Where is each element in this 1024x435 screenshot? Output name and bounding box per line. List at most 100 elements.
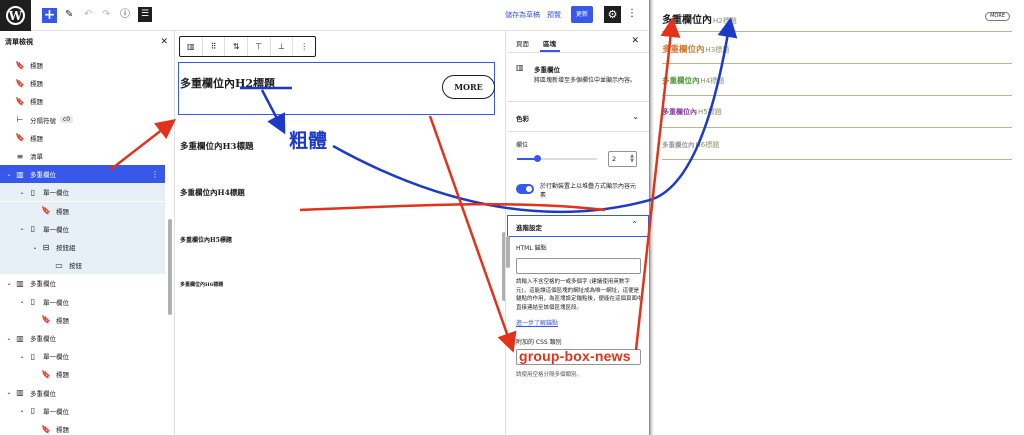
block-type-icon: 🔖 (41, 315, 51, 325)
list-view-toggle-button[interactable]: ☰ (138, 7, 152, 22)
preview-more-button[interactable]: MORE (985, 12, 1010, 21)
list-view-item[interactable]: ⌄ ▥ 多重欄位 ⋮ (0, 165, 165, 184)
block-options-icon[interactable]: ⋮ (293, 37, 315, 56)
heading-h5[interactable]: 多重欄位內H5標題 (180, 235, 232, 244)
list-view-item[interactable]: 🔖 標題 (0, 365, 165, 383)
save-draft-button[interactable]: 儲存為草稿 (505, 10, 540, 20)
preview-heading-row: 多重欄位內H4標題 (662, 64, 1012, 96)
list-view-item[interactable]: ⌄ ▯ 單一欄位 (0, 219, 165, 238)
list-view-item[interactable]: 🔖 標題 (0, 92, 165, 110)
vertical-align-icon[interactable]: ⊥ (271, 37, 294, 56)
heading-h3[interactable]: 多重欄位內H3標題 (180, 140, 253, 152)
chevron-down-icon[interactable]: ⌄ (632, 112, 639, 121)
list-view-item-label: 多重欄位 (30, 335, 56, 343)
list-view-item[interactable]: ⌄ ▯ 單一欄位 (0, 402, 165, 420)
list-view-item[interactable]: 🔖 標題 (0, 311, 165, 329)
list-view-close-icon[interactable]: ✕ (160, 37, 168, 47)
list-view-item[interactable]: ≡ 清單 (0, 147, 165, 165)
heading-h2[interactable]: 多重欄位內H2標題 (180, 75, 275, 91)
spinner-arrows-icon[interactable]: ▲ ▼ (630, 154, 634, 164)
editor-toolbar: W + ✎ ↶ ↷ ⓘ ☰ 儲存為草稿 預覽 更新 ⚙ ⋮ (0, 0, 647, 31)
preview-button[interactable]: 預覽 (547, 10, 561, 20)
block-type-icon: ▥ (16, 169, 24, 179)
stack-on-mobile-label: 於行動裝置上以堆疊方式顯示內容元素 (540, 183, 637, 199)
block-type-icon: ▥ (16, 278, 24, 288)
columns-slider[interactable] (517, 155, 597, 162)
preview-heading-sub: H6標題 (695, 141, 720, 149)
heading-h4[interactable]: 多重欄位內H4標題 (180, 187, 245, 198)
tab-block[interactable]: 區塊 (543, 38, 556, 48)
preview-heading-main: 多重欄位內 (662, 45, 705, 55)
chevron-down-icon[interactable]: ⌄ (17, 298, 27, 305)
chevron-down-icon[interactable]: ⌄ (17, 353, 27, 360)
columns-count-input[interactable]: 2 ▲ ▼ (608, 151, 637, 167)
list-view-item[interactable]: ⌄ ▯ 單一欄位 (0, 183, 165, 202)
list-view-panel: 清單檢視 ✕ 🔖 標題 🔖 標題 🔖 標題 ⊢ 分隔符號 c0 🔖 標題 ≡ 清單 ⌄ ▥ 多重欄位 ⋮ ⌄ ▯ 單一… (0, 31, 175, 435)
chevron-down-icon[interactable]: ⌄ (4, 171, 14, 178)
list-view-item[interactable]: 🔖 標題 (0, 56, 165, 74)
wordpress-logo-button[interactable]: W (0, 0, 31, 31)
chevron-down-icon[interactable]: ⌄ (30, 244, 40, 251)
sidebar-scrollbar[interactable] (506, 236, 510, 268)
move-up-down-icon[interactable]: ⇅ (225, 37, 249, 56)
html-anchor-input[interactable] (516, 258, 641, 274)
list-view-item[interactable]: ▭ 按鈕 (0, 256, 165, 275)
advanced-section-header[interactable]: 進階設定 ⌃ (507, 215, 649, 237)
list-view-item[interactable]: 🔖 標題 (0, 201, 165, 220)
list-view-scrollbar[interactable] (168, 219, 172, 315)
details-info-icon[interactable]: ⓘ (120, 9, 130, 21)
add-block-button[interactable]: + (42, 8, 57, 23)
undo-icon[interactable]: ↶ (84, 9, 92, 21)
block-card-title: 多重欄位 (534, 66, 560, 74)
chevron-down-icon[interactable]: ⌄ (17, 225, 27, 232)
list-view-item[interactable]: ⌄ ⊟ 按鈕組 (0, 238, 165, 256)
block-type-icon: ▥ (16, 333, 24, 343)
block-type-icon: ⊟ (42, 242, 50, 252)
list-view-item[interactable]: 🔖 標題 (0, 420, 165, 435)
list-view-item[interactable]: ⌄ ▥ 多重欄位 (0, 274, 165, 292)
columns-block-icon[interactable]: ▥ (180, 37, 203, 56)
list-view-item[interactable]: ⊢ 分隔符號 c0 (0, 111, 165, 129)
learn-more-anchor-link[interactable]: 進一步了解錨點 (516, 318, 558, 327)
color-section-title[interactable]: 色彩 (516, 113, 529, 123)
options-menu-icon[interactable]: ⋮ (627, 8, 637, 19)
more-button[interactable]: MORE (442, 75, 495, 99)
edit-tool-icon[interactable]: ✎ (65, 9, 73, 21)
chevron-down-icon[interactable]: ⌄ (4, 389, 14, 396)
css-class-label: 附加的 CSS 類別 (516, 339, 562, 346)
chevron-down-icon[interactable]: ⌄ (17, 407, 27, 414)
block-type-icon: ▯ (30, 224, 36, 234)
block-type-icon: ▥ (16, 388, 24, 398)
heading-h2-suffix: H2標題 (235, 77, 276, 90)
redo-icon[interactable]: ↷ (102, 9, 110, 21)
update-button[interactable]: 更新 (571, 6, 593, 23)
list-view-item[interactable]: ⌄ ▥ 多重欄位 (0, 384, 165, 402)
settings-gear-icon[interactable]: ⚙ (604, 6, 621, 23)
block-type-icon: 🔖 (15, 133, 25, 143)
preview-heading-row: 多重欄位內H2標題 MORE (662, 0, 1012, 32)
drag-handle-icon[interactable]: ⠿ (203, 37, 226, 56)
stack-on-mobile-toggle[interactable] (516, 184, 534, 194)
list-view-item-label: 標題 (30, 80, 43, 89)
chevron-up-icon[interactable]: ⌃ (631, 220, 638, 229)
columns-slider-thumb[interactable] (534, 155, 541, 162)
html-anchor-label: HTML 錨點 (516, 245, 547, 252)
chevron-down-icon[interactable]: ⌄ (17, 189, 27, 196)
list-view-item[interactable]: ⌄ ▯ 單一欄位 (0, 347, 165, 365)
list-view-item[interactable]: 🔖 標題 (0, 74, 165, 92)
chevron-down-icon[interactable]: ⌄ (4, 335, 14, 342)
item-options-icon[interactable]: ⋮ (151, 170, 159, 179)
list-view-item[interactable]: ⌄ ▥ 多重欄位 (0, 329, 165, 347)
preview-heading-row: 多重欄位內H5標題 (662, 96, 1012, 128)
block-toolbar: ▥ ⠿ ⇅ ⊤ ⊥ ⋮ (179, 36, 316, 57)
list-view-item[interactable]: ⌄ ▯ 單一欄位 (0, 293, 165, 311)
settings-sidebar: 頁面 區塊 ✕ ▥ 多重欄位 將區塊新增至多個欄位中並顯示內容。 色彩 ⌄ 欄位… (507, 31, 649, 435)
list-view-item[interactable]: 🔖 標題 (0, 129, 165, 147)
list-view-item-label: 多重欄位 (30, 280, 56, 289)
divider (507, 131, 649, 132)
heading-h6[interactable]: 多重欄位內H6標題 (180, 281, 223, 288)
sidebar-close-icon[interactable]: ✕ (631, 36, 639, 46)
align-icon[interactable]: ⊤ (248, 37, 271, 56)
chevron-down-icon[interactable]: ⌄ (4, 280, 14, 287)
tab-page[interactable]: 頁面 (516, 38, 529, 48)
